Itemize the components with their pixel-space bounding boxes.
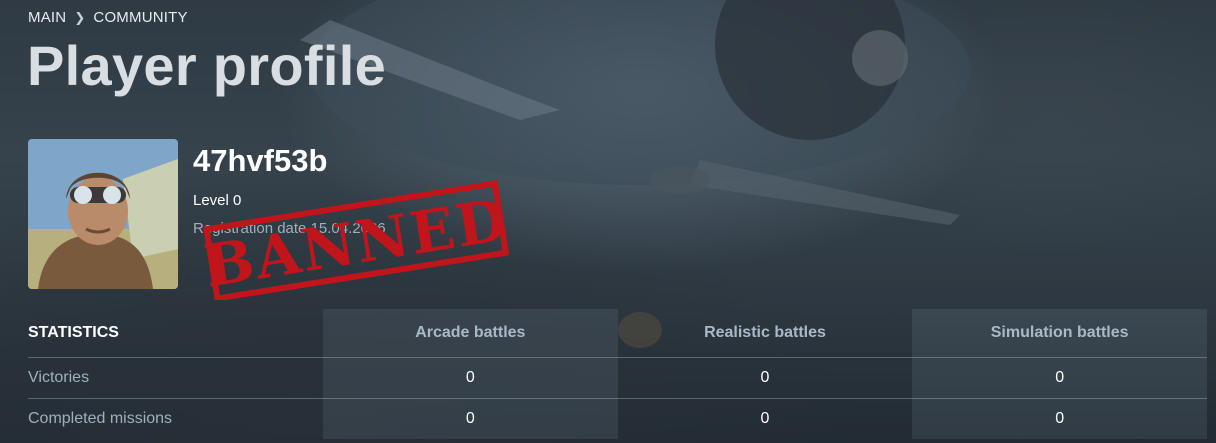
victories-arcade-value: 0 [323, 357, 618, 399]
statistics-table: STATISTICS Arcade battles Realistic batt… [28, 309, 1207, 439]
missions-arcade-value: 0 [323, 398, 618, 439]
table-row: Victories 0 0 0 [28, 357, 1207, 399]
victories-realistic-value: 0 [617, 357, 913, 399]
player-username: 47hvf53b [193, 143, 328, 178]
column-simulation-battles: Simulation battles [912, 309, 1207, 358]
statistics-heading: STATISTICS [28, 324, 119, 341]
breadcrumb-link-community[interactable]: COMMUNITY [93, 9, 187, 26]
row-label-completed-missions: Completed missions [28, 398, 323, 439]
row-label-victories: Victories [28, 357, 323, 399]
statistics-header-row: STATISTICS Arcade battles Realistic batt… [28, 309, 1207, 358]
banned-stamp: BANNED [200, 180, 513, 300]
missions-realistic-value: 0 [617, 398, 913, 439]
missions-simulation-value: 0 [912, 398, 1207, 439]
page-title: Player profile [27, 34, 387, 97]
breadcrumb-link-main[interactable]: MAIN [28, 9, 66, 26]
breadcrumb: MAIN ❯ COMMUNITY [28, 9, 188, 26]
column-arcade-battles: Arcade battles [323, 309, 618, 358]
table-row: Completed missions 0 0 0 [28, 398, 1207, 439]
victories-simulation-value: 0 [912, 357, 1207, 399]
avatar [28, 139, 178, 289]
column-realistic-battles: Realistic battles [704, 324, 826, 341]
chevron-right-icon: ❯ [74, 9, 86, 25]
